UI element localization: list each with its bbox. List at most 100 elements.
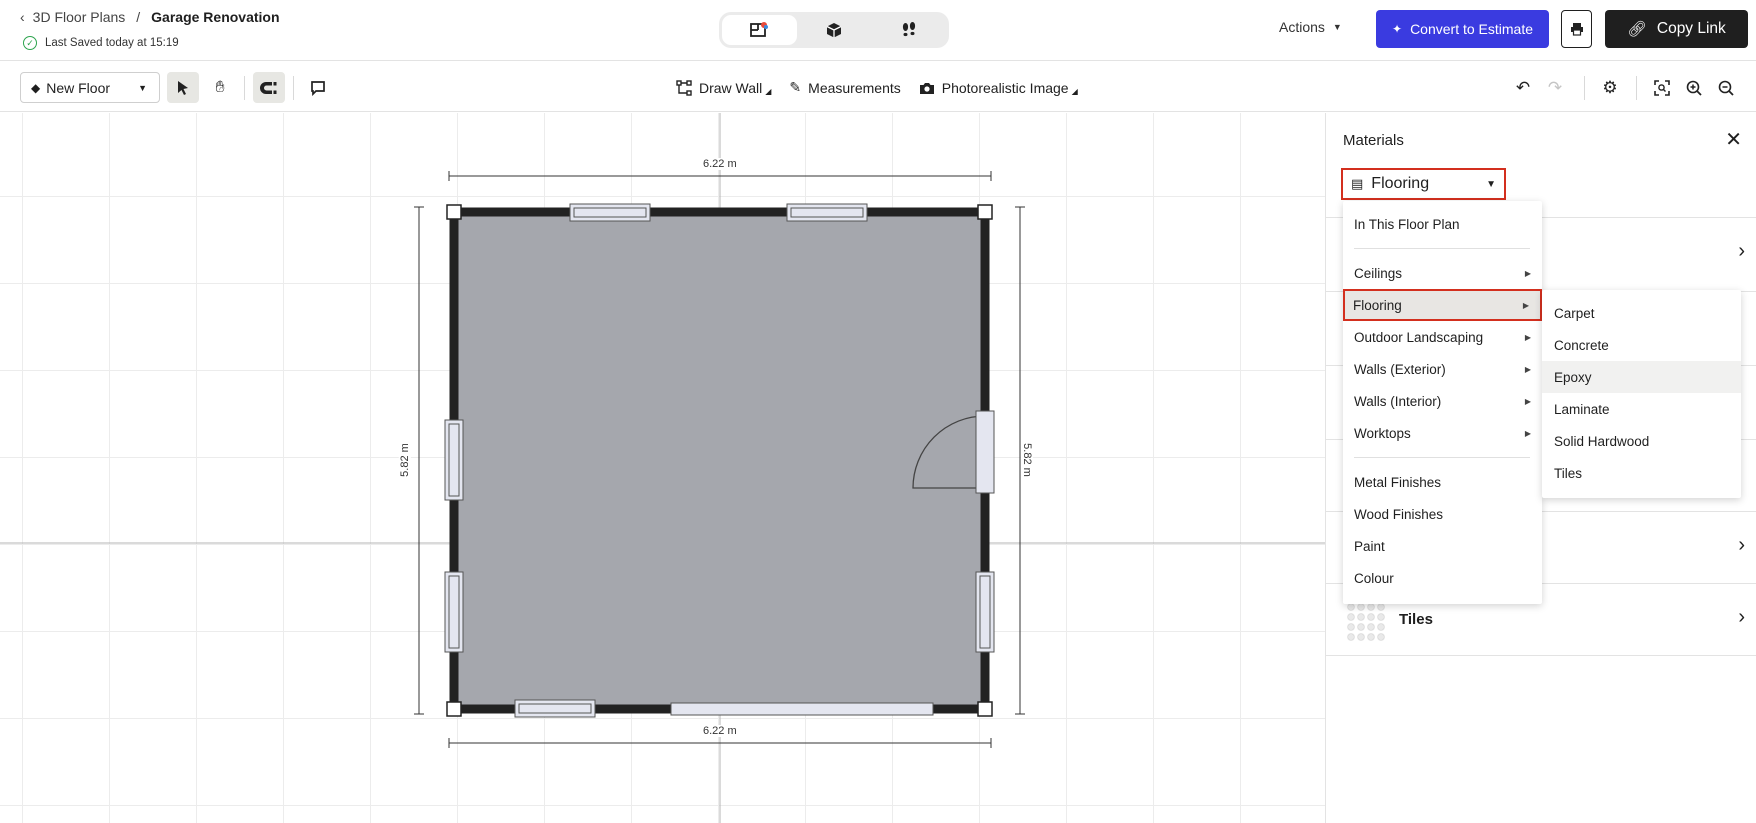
window[interactable] bbox=[786, 203, 868, 222]
window[interactable] bbox=[569, 203, 651, 222]
menu-item-label: Outdoor Landscaping bbox=[1354, 329, 1484, 345]
floor-select[interactable]: ◆ New Floor ▼ bbox=[20, 72, 160, 103]
check-circle-icon: ✓ bbox=[23, 36, 37, 50]
menu-item-label: Flooring bbox=[1353, 297, 1402, 313]
submenu-item-epoxy[interactable]: Epoxy bbox=[1542, 361, 1741, 393]
view-2d-button[interactable] bbox=[722, 15, 797, 45]
menu-item-in-this-floor-plan[interactable]: In This Floor Plan bbox=[1343, 208, 1542, 240]
draw-wall-button[interactable]: Draw Wall ◢ bbox=[676, 79, 771, 96]
toolbar-divider bbox=[293, 76, 294, 100]
floor-select-label: New Floor bbox=[46, 79, 111, 96]
sliding-door[interactable] bbox=[670, 702, 934, 716]
view-mode-switch bbox=[719, 12, 949, 48]
caret-down-icon: ▼ bbox=[138, 82, 147, 93]
measurements-button[interactable]: ✎ Measurements bbox=[789, 79, 900, 96]
view-walkthrough-button[interactable] bbox=[871, 15, 946, 45]
app-header: ‹ 3D Floor Plans / Garage Renovation ✓ L… bbox=[0, 0, 1756, 61]
menu-divider bbox=[1354, 248, 1530, 249]
caret-down-icon: ▼ bbox=[1486, 178, 1496, 190]
window[interactable] bbox=[514, 699, 596, 718]
caret-right-icon: ▶ bbox=[1524, 396, 1531, 406]
submenu-item-solid-hardwood[interactable]: Solid Hardwood bbox=[1542, 425, 1741, 457]
fit-view-button[interactable] bbox=[1646, 72, 1678, 103]
panel-title: Materials bbox=[1343, 132, 1404, 149]
zoom-in-icon bbox=[1686, 80, 1702, 96]
submenu-item-laminate[interactable]: Laminate bbox=[1542, 393, 1741, 425]
save-status-text: Last Saved today at 15:19 bbox=[45, 37, 179, 49]
window[interactable] bbox=[975, 571, 995, 653]
flooring-submenu: Carpet Concrete Epoxy Laminate Solid Har… bbox=[1542, 290, 1741, 498]
chevron-right-icon[interactable]: › bbox=[1738, 606, 1745, 629]
convert-to-estimate-button[interactable]: ✦ Convert to Estimate bbox=[1376, 10, 1549, 48]
menu-item-colour[interactable]: Colour bbox=[1343, 562, 1542, 594]
menu-item-label: Worktops bbox=[1354, 425, 1411, 441]
door-leaf[interactable] bbox=[975, 410, 995, 494]
menu-item-ceilings[interactable]: Ceilings ▶ bbox=[1343, 257, 1542, 289]
menu-item-walls-exterior[interactable]: Walls (Exterior) ▶ bbox=[1343, 353, 1542, 385]
view-3d-button[interactable] bbox=[797, 15, 872, 45]
floor-plan-drawing bbox=[0, 113, 1325, 823]
window[interactable] bbox=[444, 419, 464, 501]
bottom-dimension-label: 6.22 m bbox=[701, 725, 739, 737]
snap-toggle-button[interactable] bbox=[253, 72, 285, 103]
menu-item-label: Walls (Interior) bbox=[1354, 393, 1442, 409]
submenu-item-carpet[interactable]: Carpet bbox=[1542, 297, 1741, 329]
menu-item-paint[interactable]: Paint bbox=[1343, 530, 1542, 562]
undo-button[interactable]: ↶ bbox=[1507, 72, 1539, 103]
caret-right-icon: ▶ bbox=[1524, 268, 1531, 278]
corner-handle[interactable] bbox=[977, 701, 993, 717]
submenu-item-concrete[interactable]: Concrete bbox=[1542, 329, 1741, 361]
chevron-right-icon[interactable]: › bbox=[1738, 240, 1745, 263]
caret-right-icon: ▶ bbox=[1524, 332, 1531, 342]
close-icon[interactable]: ✕ bbox=[1725, 127, 1742, 152]
printer-icon bbox=[1570, 23, 1583, 36]
draw-wall-label: Draw Wall bbox=[699, 79, 763, 96]
save-status: ✓ Last Saved today at 15:19 bbox=[23, 36, 179, 50]
convert-label: Convert to Estimate bbox=[1410, 21, 1533, 37]
copy-link-button[interactable]: 🔗︎ Copy Link bbox=[1605, 10, 1748, 48]
floor-plan-canvas[interactable]: 6.22 m 6.22 m 5.82 m 5.82 m bbox=[0, 113, 1325, 823]
submenu-item-tiles[interactable]: Tiles bbox=[1542, 457, 1741, 489]
zoom-out-button[interactable] bbox=[1710, 72, 1742, 103]
menu-divider bbox=[1354, 457, 1530, 458]
history-tools: ↶ ↷ bbox=[1507, 72, 1571, 103]
chevron-right-icon[interactable]: › bbox=[1738, 534, 1745, 557]
corner-caret-icon: ◢ bbox=[1071, 87, 1078, 96]
material-category-select[interactable]: ▤ Flooring ▼ bbox=[1341, 168, 1506, 200]
menu-item-flooring[interactable]: Flooring ▶ bbox=[1343, 289, 1542, 321]
chevron-left-icon[interactable]: ‹ bbox=[20, 9, 25, 25]
3d-box-icon bbox=[826, 23, 842, 38]
photorealistic-image-button[interactable]: Photorealistic Image ◢ bbox=[919, 79, 1078, 96]
breadcrumb-parent[interactable]: 3D Floor Plans bbox=[33, 9, 126, 25]
pan-tool-button[interactable]: ✋︎ bbox=[204, 72, 236, 103]
corner-handle[interactable] bbox=[446, 701, 462, 717]
toolbar-divider bbox=[1636, 76, 1637, 100]
copy-link-label: Copy Link bbox=[1656, 20, 1726, 37]
draw-wall-icon bbox=[676, 79, 692, 96]
corner-caret-icon: ◢ bbox=[765, 87, 772, 96]
print-button[interactable] bbox=[1561, 10, 1592, 48]
camera-icon bbox=[919, 82, 934, 94]
menu-item-wood-finishes[interactable]: Wood Finishes bbox=[1343, 498, 1542, 530]
select-tool-button[interactable] bbox=[167, 72, 199, 103]
settings-button[interactable]: ⚙ bbox=[1594, 72, 1626, 103]
room-floor[interactable] bbox=[454, 212, 985, 709]
actions-menu[interactable]: Actions ▼ bbox=[1279, 19, 1342, 35]
comment-tool-button[interactable] bbox=[302, 72, 334, 103]
window[interactable] bbox=[444, 571, 464, 653]
measurements-label: Measurements bbox=[808, 79, 901, 96]
menu-item-walls-interior[interactable]: Walls (Interior) ▶ bbox=[1343, 385, 1542, 417]
menu-item-label: Walls (Exterior) bbox=[1354, 361, 1446, 377]
zoom-in-button[interactable] bbox=[1678, 72, 1710, 103]
menu-item-metal-finishes[interactable]: Metal Finishes bbox=[1343, 466, 1542, 498]
hand-icon: ✋︎ bbox=[215, 78, 225, 96]
menu-item-worktops[interactable]: Worktops ▶ bbox=[1343, 417, 1542, 449]
breadcrumb-separator: / bbox=[136, 9, 141, 25]
menu-item-outdoor-landscaping[interactable]: Outdoor Landscaping ▶ bbox=[1343, 321, 1542, 353]
material-category-menu: In This Floor Plan Ceilings ▶ Flooring ▶… bbox=[1343, 201, 1542, 604]
material-category-label: Flooring bbox=[1371, 175, 1430, 192]
corner-handle[interactable] bbox=[446, 204, 462, 220]
zoom-tools bbox=[1646, 72, 1742, 103]
corner-handle[interactable] bbox=[977, 204, 993, 220]
redo-button[interactable]: ↷ bbox=[1539, 72, 1571, 103]
